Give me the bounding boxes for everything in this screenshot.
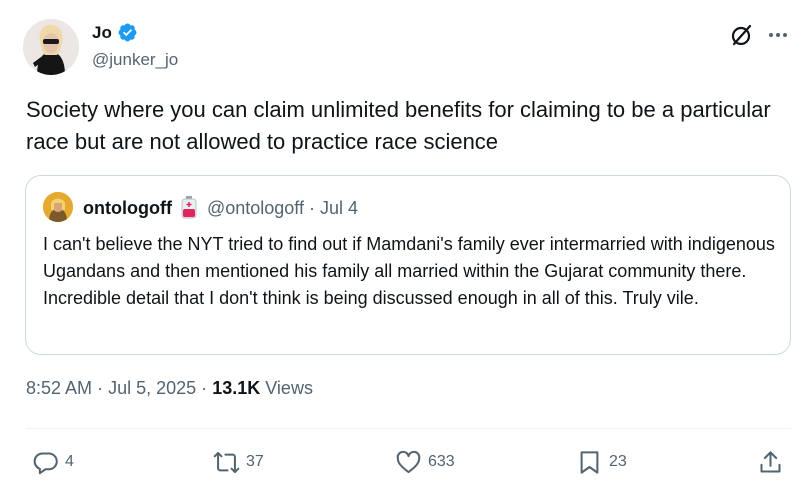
share-button[interactable] (757, 445, 784, 479)
quoted-tweet-text: I can't believe the NYT tried to find ou… (43, 234, 775, 308)
reply-icon (33, 451, 58, 474)
bookmark-count: 23 (609, 453, 627, 470)
quoted-author-name[interactable]: ontologoff (83, 198, 172, 219)
share-icon (760, 450, 781, 473)
views-label[interactable]: Views (265, 378, 313, 398)
verified-badge-icon (118, 23, 137, 42)
bookmark-icon (580, 450, 599, 474)
quoted-tweet[interactable]: ontologoff @ontologoff · Jul 4 I can't b… (25, 175, 791, 355)
author-avatar[interactable] (23, 19, 79, 75)
quoted-author-avatar[interactable] (43, 192, 73, 222)
meta-separator: · (97, 378, 104, 398)
author-name-row[interactable]: Jo (92, 22, 138, 43)
quoted-tweet-header: ontologoff @ontologoff · Jul 4 (83, 196, 358, 220)
tweet-metadata: 8:52 AM · Jul 5, 2025 · 13.1K Views (26, 378, 313, 399)
divider (26, 428, 791, 429)
repost-button[interactable]: 37 (213, 445, 264, 479)
tweet-date[interactable]: Jul 5, 2025 (108, 378, 196, 398)
like-button[interactable]: 633 (395, 445, 455, 479)
action-bar: 4 37 633 23 (0, 445, 806, 479)
tweet-text: Society where you can claim unlimited be… (26, 97, 771, 154)
more-options-icon[interactable] (765, 22, 791, 48)
tweet-time[interactable]: 8:52 AM (26, 378, 92, 398)
reply-button[interactable]: 4 (32, 445, 74, 479)
views-count[interactable]: 13.1K (212, 378, 260, 398)
grok-icon[interactable] (729, 22, 755, 48)
meta-separator: · (201, 378, 208, 398)
repost-icon (213, 451, 240, 473)
quoted-author-handle[interactable]: @ontologoff (207, 198, 304, 219)
reply-count: 4 (65, 453, 74, 470)
repost-count: 37 (246, 453, 264, 470)
like-count: 633 (428, 453, 455, 470)
bookmark-button[interactable]: 23 (576, 445, 627, 479)
quoted-date[interactable]: Jul 4 (320, 198, 358, 219)
heart-icon (396, 450, 421, 473)
author-handle[interactable]: @junker_jo (92, 50, 178, 70)
author-name[interactable]: Jo (92, 23, 112, 43)
quoted-separator: · (308, 197, 315, 218)
blood-bag-icon (181, 196, 197, 219)
